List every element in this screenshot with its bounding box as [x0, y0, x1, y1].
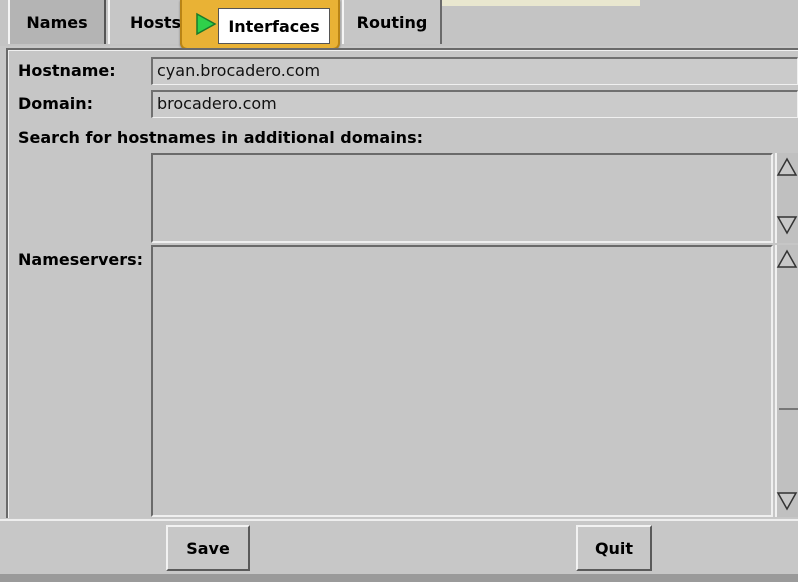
tab-hosts-label: Hosts: [130, 12, 182, 32]
tab-hosts[interactable]: Hosts: [108, 0, 182, 44]
quit-button[interactable]: Quit: [576, 525, 652, 571]
tab-names[interactable]: Names: [8, 0, 106, 44]
hostname-label: Hostname:: [18, 61, 116, 80]
quit-button-label: Quit: [594, 538, 634, 558]
arrow-up-icon[interactable]: [775, 248, 798, 270]
search-domains-label: Search for hostnames in additional domai…: [18, 128, 423, 147]
domain-field[interactable]: brocadero.com: [151, 90, 798, 118]
nameservers-scrollbar[interactable]: [775, 245, 798, 517]
hostname-field[interactable]: cyan.brocadero.com: [151, 57, 798, 85]
domain-label: Domain:: [18, 94, 94, 113]
tab-routing[interactable]: Routing: [342, 0, 442, 44]
search-domains-area[interactable]: [151, 153, 773, 243]
tab-interfaces-label: Interfaces: [228, 16, 320, 36]
tab-names-label: Names: [26, 12, 88, 32]
window-bottom-edge: [0, 574, 798, 582]
arrow-down-icon[interactable]: [775, 214, 798, 236]
nameservers-label: Nameservers:: [18, 250, 144, 269]
tab-strip-glow: [430, 0, 640, 6]
save-button[interactable]: Save: [166, 525, 250, 571]
button-bar: [0, 519, 798, 582]
play-icon: [196, 12, 217, 36]
scrollbar-thumb-edge: [779, 408, 798, 410]
nameservers-area[interactable]: [151, 245, 773, 517]
tab-interfaces[interactable]: Interfaces: [218, 8, 330, 44]
save-button-label: Save: [186, 538, 230, 558]
arrow-down-icon[interactable]: [775, 490, 798, 512]
tab-routing-label: Routing: [356, 12, 428, 32]
arrow-up-icon[interactable]: [775, 156, 798, 178]
